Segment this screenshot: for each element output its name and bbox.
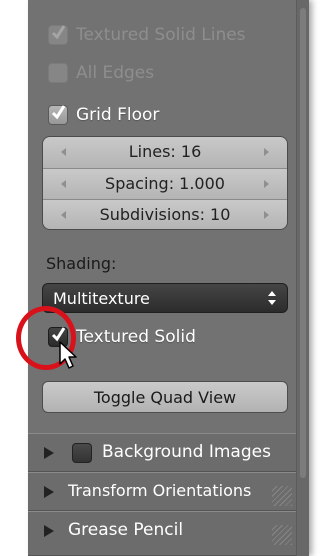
all-edges-checkbox[interactable] [48, 63, 68, 83]
expand-triangle-icon[interactable] [44, 486, 54, 498]
background-images-checkbox[interactable] [72, 443, 92, 463]
spacing-value: Spacing: 1.000 [105, 174, 225, 193]
shading-dropdown[interactable]: Multitexture [42, 283, 288, 313]
textured-solid-lines-label: Textured Solid Lines [76, 25, 246, 45]
grid-settings-group: Lines: 16 Spacing: 1.000 Subdivisions: 1… [42, 136, 288, 230]
toggle-quad-view-button[interactable]: Toggle Quad View [42, 381, 288, 413]
shading-label: Shading: [46, 254, 117, 273]
transform-orientations-section[interactable]: Transform Orientations [28, 472, 296, 511]
section-label: Background Images [102, 442, 271, 462]
textured-solid-lines-checkbox[interactable] [48, 25, 68, 45]
increment-arrow-icon[interactable] [264, 180, 269, 188]
scrollbar-thumb[interactable] [300, 8, 306, 478]
expand-triangle-icon[interactable] [44, 447, 54, 459]
increment-arrow-icon[interactable] [264, 211, 269, 219]
check-icon [51, 25, 65, 40]
check-icon [51, 105, 65, 120]
grid-floor-checkbox[interactable] [48, 105, 68, 125]
drag-grip-icon[interactable] [272, 486, 292, 506]
lines-field[interactable]: Lines: 16 [43, 137, 287, 168]
section-label: Transform Orientations [68, 481, 252, 500]
background-images-section[interactable]: Background Images [28, 433, 296, 472]
shading-value: Multitexture [53, 289, 150, 308]
mouse-pointer-icon [59, 341, 77, 369]
textured-solid-label: Textured Solid [76, 327, 196, 347]
lines-value: Lines: 16 [128, 142, 202, 161]
spacing-field[interactable]: Spacing: 1.000 [43, 168, 287, 199]
increment-arrow-icon[interactable] [264, 148, 269, 156]
toggle-quad-view-label: Toggle Quad View [93, 388, 237, 407]
section-label: Grease Pencil [68, 520, 184, 540]
drag-grip-icon[interactable] [272, 525, 292, 545]
grease-pencil-section[interactable]: Grease Pencil [28, 511, 296, 556]
subdivisions-value: Subdivisions: 10 [99, 205, 231, 224]
grid-floor-label: Grid Floor [76, 105, 160, 125]
subdivisions-field[interactable]: Subdivisions: 10 [43, 199, 287, 229]
updown-arrows-icon [268, 291, 276, 305]
expand-triangle-icon[interactable] [44, 525, 54, 537]
all-edges-label: All Edges [76, 63, 155, 83]
